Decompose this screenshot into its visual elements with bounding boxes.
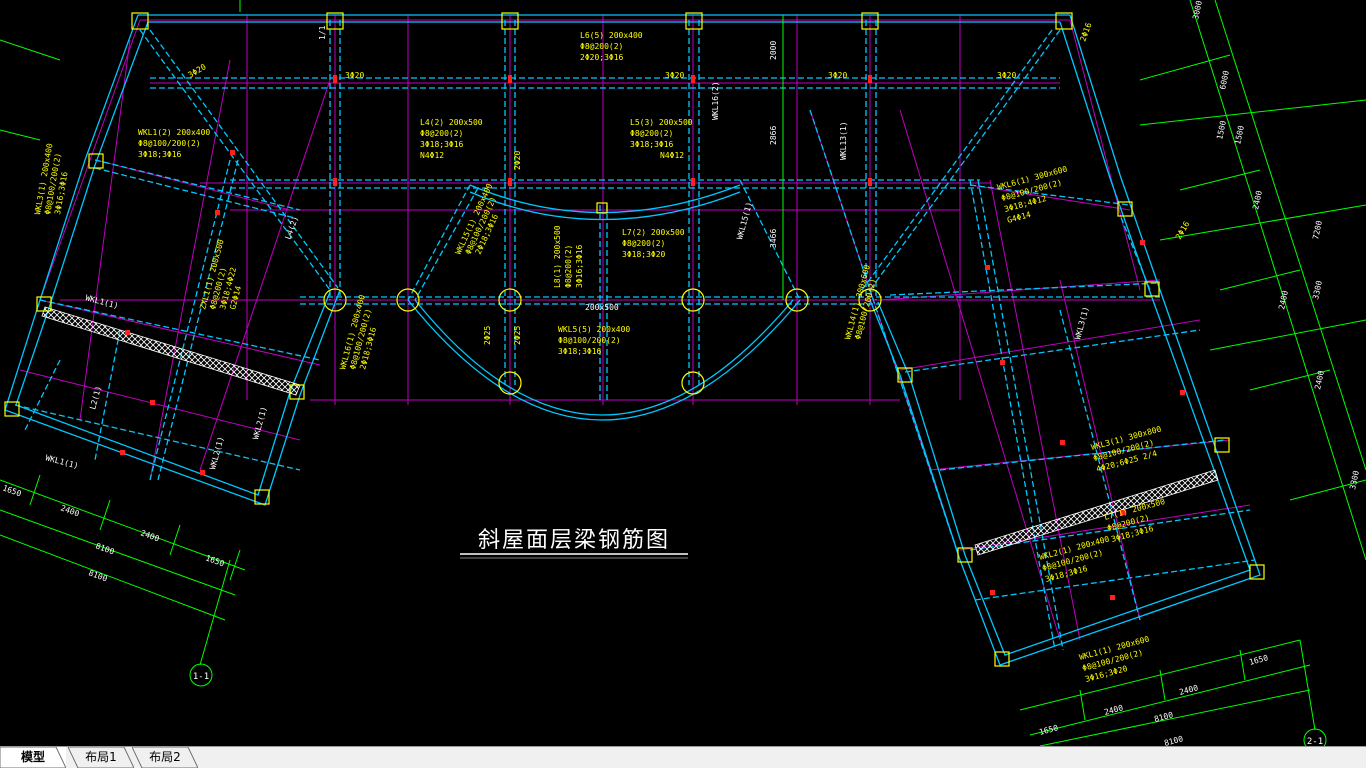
beam-label: Φ8@200(2) xyxy=(564,245,573,288)
beam-label: Φ8@200(2) xyxy=(580,42,623,51)
drawing-title: 斜屋面层梁钢筋图 xyxy=(478,528,670,553)
dimension-text: 3300 xyxy=(1311,280,1324,301)
dimension-text: 2400 xyxy=(1277,290,1290,311)
dimension-text: 3466 xyxy=(769,229,778,248)
dimension-text: 3300 xyxy=(1348,470,1361,491)
beam-label: 3Φ18;3Φ16 xyxy=(558,347,602,356)
beam-label: 3Φ18;3Φ20 xyxy=(622,250,666,259)
tab-label: 模型 xyxy=(20,750,45,764)
bar-label: 3Φ20 xyxy=(345,71,364,80)
beam-label: 3Φ18;3Φ16 xyxy=(420,140,464,149)
tab-layout-2[interactable]: 布局2 xyxy=(132,747,198,768)
dimension-text: 1500 xyxy=(1215,120,1228,141)
axis-tag-2: 2-1 xyxy=(1307,737,1323,746)
hatched-beams xyxy=(41,306,1219,556)
beam-label: 3Φ18;3Φ16 xyxy=(630,140,674,149)
side-label: WKL1(1) xyxy=(44,453,79,470)
dimension-text: 2400 xyxy=(1251,190,1264,211)
dimension-texts: 1650 2400 2400 1650 8100 8100 1650 2400 2400 1650… xyxy=(1,0,1361,746)
layout-tab-bar: 模型 布局1 布局2 xyxy=(0,746,1366,768)
side-label: WKL3(1) xyxy=(1073,306,1090,341)
bar-label: 2Φ16 xyxy=(1174,220,1192,241)
dimension-text: 8100 xyxy=(1153,710,1174,724)
bar-label: 2Φ16 xyxy=(1078,21,1093,42)
dimension-text: 8100 xyxy=(94,541,115,556)
beam-label: 3Φ18;3Φ16 xyxy=(138,150,182,159)
beam-label: Φ8@200(2) xyxy=(630,129,673,138)
dimension-lines xyxy=(0,0,1366,746)
tab-layout-1[interactable]: 布局1 xyxy=(68,747,134,768)
beam-label: L7(2) 200x500 xyxy=(622,228,685,237)
dimension-text: 1650 xyxy=(204,553,225,568)
side-label: 1/1 xyxy=(318,25,327,40)
bar-label: 2Φ20 xyxy=(513,151,522,170)
dimension-text: 1650 xyxy=(1038,723,1059,737)
bar-label: 2Φ25 xyxy=(513,326,522,345)
dimension-text: 7200 xyxy=(1311,220,1324,241)
beam-label: N4Φ12 xyxy=(660,151,684,160)
bar-label: 2Φ25 xyxy=(483,326,492,345)
dimension-text: 8100 xyxy=(87,568,108,583)
side-label: WKL13(1) xyxy=(839,121,848,160)
beam-label: L4(2) 200x500 xyxy=(420,118,483,127)
beam-label: L8(1) 200x500 xyxy=(553,225,562,288)
cad-model-space[interactable]: 1-1 2-1 斜屋面层梁钢筋图 L6(5) 200x400 Φ8@200(2) 2… xyxy=(0,0,1366,746)
beam-label: 2Φ20;3Φ16 xyxy=(580,53,624,62)
bar-label: 3Φ20 xyxy=(997,71,1016,80)
beam-label: N4Φ12 xyxy=(420,151,444,160)
beam-label: Φ8@200(2) xyxy=(420,129,463,138)
dimension-text: 2400 xyxy=(1103,703,1124,717)
side-label: WKL1(1) xyxy=(84,293,119,310)
bar-label: 3Φ20 xyxy=(828,71,847,80)
axis-tag-1: 1-1 xyxy=(193,672,209,682)
dimension-text: 8100 xyxy=(1163,734,1184,746)
beam-label: Φ8@100/200(2) xyxy=(558,336,621,345)
side-label: L4(2) xyxy=(283,215,300,241)
side-label: WKL2(1) xyxy=(251,406,268,441)
beam-label: L6(5) 200x400 xyxy=(580,31,643,40)
side-label: WKL16(2) xyxy=(711,81,720,120)
beam-label: WKL1(2) 200x400 xyxy=(138,128,210,137)
bar-label: 3Φ20 xyxy=(187,62,208,80)
dimension-text: 1650 xyxy=(1248,653,1269,667)
support-marks xyxy=(120,75,1185,600)
dimension-text: 3000 xyxy=(1191,0,1204,20)
beam-label: Φ8@100/200(2) xyxy=(138,139,201,148)
dimension-text: 2000 xyxy=(769,41,778,60)
center-size-text: 200x500 xyxy=(585,303,619,312)
side-label: WKL2(1) xyxy=(208,436,225,471)
dimension-text: 2866 xyxy=(769,126,778,145)
beam-label: WKL5(5) 200x400 xyxy=(558,325,630,334)
side-label: L2(1) xyxy=(88,385,103,411)
tab-label: 布局2 xyxy=(149,750,181,764)
dimension-text: 2400 xyxy=(1313,370,1326,391)
dimension-text: 6000 xyxy=(1218,70,1231,91)
beam-label: L5(3) 200x500 xyxy=(630,118,693,127)
dimension-text: 2400 xyxy=(139,528,160,543)
beam-label: Φ8@200(2) xyxy=(622,239,665,248)
tab-model[interactable]: 模型 xyxy=(0,747,66,768)
dimension-text: 1650 xyxy=(1,483,22,498)
tab-label: 布局1 xyxy=(85,750,117,764)
beam-label: 3Φ16;3Φ16 xyxy=(575,244,584,288)
dimension-text: 2400 xyxy=(59,503,80,518)
bar-label: 3Φ20 xyxy=(665,71,684,80)
dimension-text: 1500 xyxy=(1233,125,1246,146)
side-label: WKL15(1) xyxy=(735,201,754,241)
